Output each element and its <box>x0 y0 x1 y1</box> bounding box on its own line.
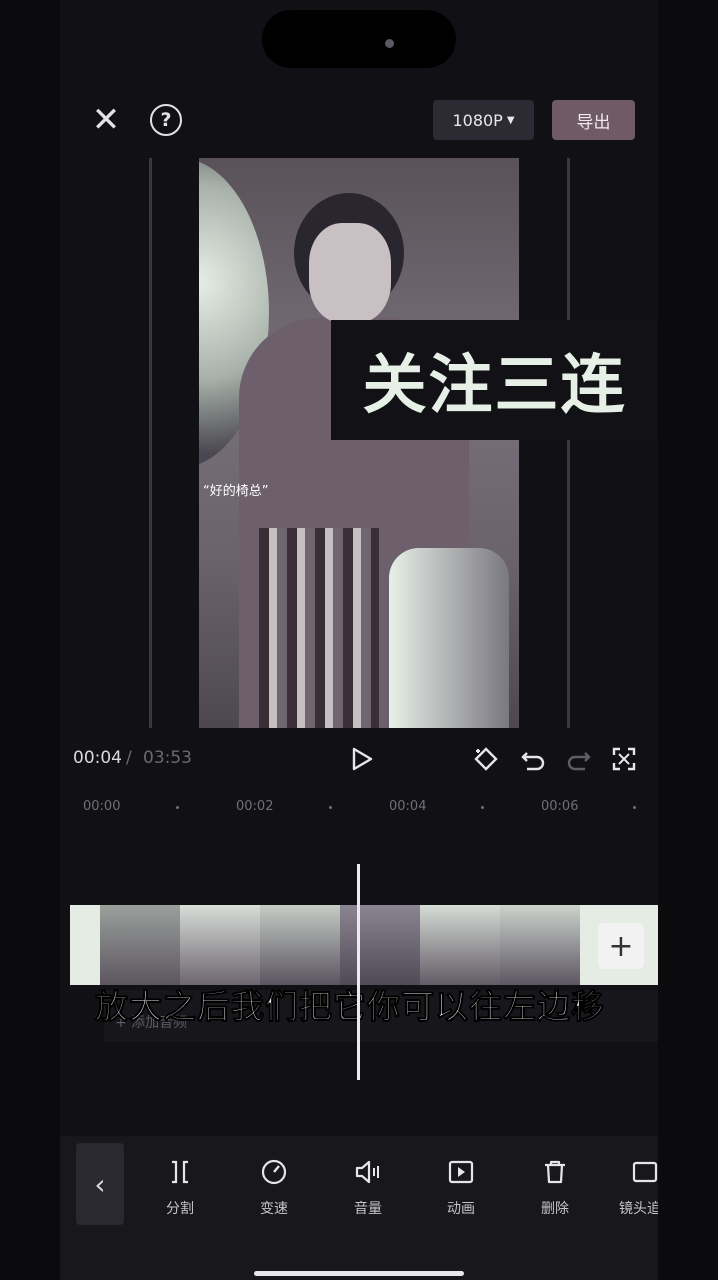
preview-guide-right <box>567 158 570 728</box>
tool-animation[interactable]: 动画 <box>426 1156 496 1218</box>
ruler-label: 00:00 <box>83 799 121 814</box>
camera-track-icon <box>632 1161 658 1183</box>
redo-icon[interactable] <box>565 745 593 773</box>
camera-dot <box>385 39 394 48</box>
video-caption: “好的椅总” <box>203 484 269 499</box>
back-icon[interactable]: ‹ <box>76 1143 124 1225</box>
undo-icon[interactable] <box>519 745 547 773</box>
fullscreen-icon[interactable] <box>610 745 638 773</box>
add-clip-button[interactable]: + <box>598 923 644 969</box>
clip-thumbnail <box>340 905 420 985</box>
home-indicator[interactable] <box>254 1271 464 1276</box>
volume-icon <box>355 1160 379 1184</box>
time-separator: / <box>126 748 132 768</box>
tool-delete[interactable]: 删除 <box>520 1156 590 1218</box>
keyframe-icon[interactable] <box>472 745 500 773</box>
ruler-label: 00:04 <box>389 799 427 814</box>
video-track[interactable] <box>70 905 658 985</box>
tool-volume[interactable]: 音量 <box>333 1156 403 1218</box>
ruler-dot <box>329 806 332 809</box>
clip-thumbnail <box>180 905 260 985</box>
animation-icon <box>448 1160 474 1184</box>
clip-thumbnail <box>420 905 500 985</box>
tool-label: 镜头追 <box>619 1201 658 1217</box>
play-icon[interactable] <box>348 745 376 773</box>
tool-label: 音量 <box>354 1201 382 1217</box>
delete-icon <box>545 1160 565 1184</box>
video-preview[interactable]: “好的椅总” <box>199 158 519 728</box>
tool-camera-track[interactable]: 镜头追 <box>610 1156 658 1218</box>
resolution-label: 1080P <box>452 110 503 130</box>
tool-label: 变速 <box>260 1201 288 1217</box>
export-button[interactable]: 导出 <box>552 100 635 140</box>
caret-down-icon: ▼ <box>506 114 515 126</box>
split-icon <box>172 1160 188 1184</box>
clip-thumbnail <box>260 905 340 985</box>
dynamic-island <box>262 10 456 68</box>
preview-guide-left <box>149 158 152 728</box>
playhead[interactable] <box>357 864 360 1080</box>
ruler-dot <box>176 806 179 809</box>
clip-thumbnail <box>100 905 180 985</box>
current-time: 00:04 <box>73 748 122 768</box>
tool-label: 分割 <box>166 1201 194 1217</box>
overlay-text: 关注三连 <box>362 349 627 423</box>
close-icon[interactable]: ✕ <box>88 102 124 138</box>
total-time: 03:53 <box>143 748 192 768</box>
tool-speed[interactable]: 变速 <box>239 1156 309 1218</box>
ruler-dot <box>633 806 636 809</box>
clip-thumbnail <box>500 905 580 985</box>
ruler-label: 00:06 <box>541 799 579 814</box>
tool-label: 删除 <box>541 1201 569 1217</box>
tool-split[interactable]: 分割 <box>145 1156 215 1218</box>
tool-label: 动画 <box>447 1201 475 1217</box>
resolution-selector[interactable]: 1080P ▼ <box>433 100 534 140</box>
subtitle-text: 放大之后我们把它你可以往左边移 <box>95 987 605 1027</box>
help-icon[interactable]: ? <box>150 104 182 136</box>
ruler-dot <box>481 806 484 809</box>
ruler-label: 00:02 <box>236 799 274 814</box>
text-overlay[interactable]: 关注三连 <box>331 320 658 440</box>
speed-icon <box>261 1159 287 1185</box>
